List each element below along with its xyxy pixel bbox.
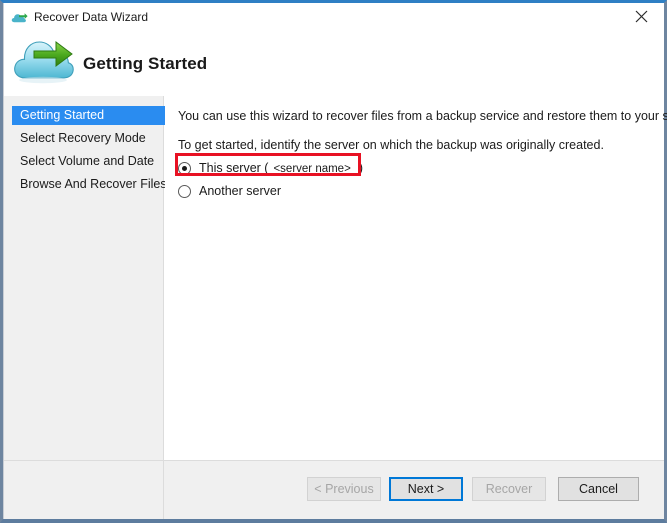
close-button[interactable]: [619, 3, 664, 30]
window-title: Recover Data Wizard: [34, 9, 148, 25]
footer-sidebar-strip: [4, 461, 164, 519]
wizard-window: Recover Data Wizard: [0, 0, 667, 523]
content-panel: You can use this wizard to recover files…: [165, 96, 664, 460]
wizard-steps-sidebar: Getting Started Select Recovery Mode Sel…: [4, 96, 164, 460]
window-inner: Recover Data Wizard: [3, 3, 664, 519]
sidebar-item-select-recovery-mode[interactable]: Select Recovery Mode: [12, 129, 165, 148]
footer-button-bar: < Previous Next > Recover Cancel: [4, 460, 664, 519]
page-header: Getting Started: [4, 31, 664, 96]
sidebar-item-select-volume-and-date[interactable]: Select Volume and Date: [12, 152, 165, 171]
radio-label-suffix: ): [359, 161, 363, 175]
next-button[interactable]: Next >: [389, 477, 463, 501]
sidebar-item-browse-and-recover-files[interactable]: Browse And Recover Files: [12, 175, 165, 194]
radio-button-selected-icon[interactable]: [178, 162, 191, 175]
cancel-button[interactable]: Cancel: [558, 477, 639, 501]
previous-button[interactable]: < Previous: [307, 477, 381, 501]
radio-option-another-server[interactable]: Another server: [178, 182, 281, 200]
instruction-paragraph: To get started, identify the server on w…: [178, 138, 604, 152]
body-area: Getting Started Select Recovery Mode Sel…: [4, 96, 664, 460]
sidebar-item-label: Select Recovery Mode: [20, 131, 146, 145]
radio-label-this-server: This server ( <server name>): [199, 161, 363, 175]
radio-label-prefix: This server (: [199, 161, 268, 175]
radio-button-unselected-icon[interactable]: [178, 185, 191, 198]
cloud-recover-icon: [11, 11, 28, 24]
recover-button[interactable]: Recover: [472, 477, 546, 501]
sidebar-item-label: Getting Started: [20, 108, 104, 122]
server-name-placeholder: <server name>: [273, 163, 350, 175]
cloud-restore-icon: [12, 33, 74, 85]
sidebar-item-getting-started[interactable]: Getting Started: [12, 106, 165, 125]
sidebar-item-label: Select Volume and Date: [20, 154, 154, 168]
close-icon: [635, 10, 648, 23]
radio-label-another-server: Another server: [199, 184, 281, 198]
intro-paragraph: You can use this wizard to recover files…: [178, 109, 667, 123]
page-title: Getting Started: [83, 54, 207, 74]
sidebar-item-label: Browse And Recover Files: [20, 177, 167, 191]
title-bar: Recover Data Wizard: [4, 3, 664, 31]
radio-option-this-server[interactable]: This server ( <server name>): [178, 159, 363, 177]
